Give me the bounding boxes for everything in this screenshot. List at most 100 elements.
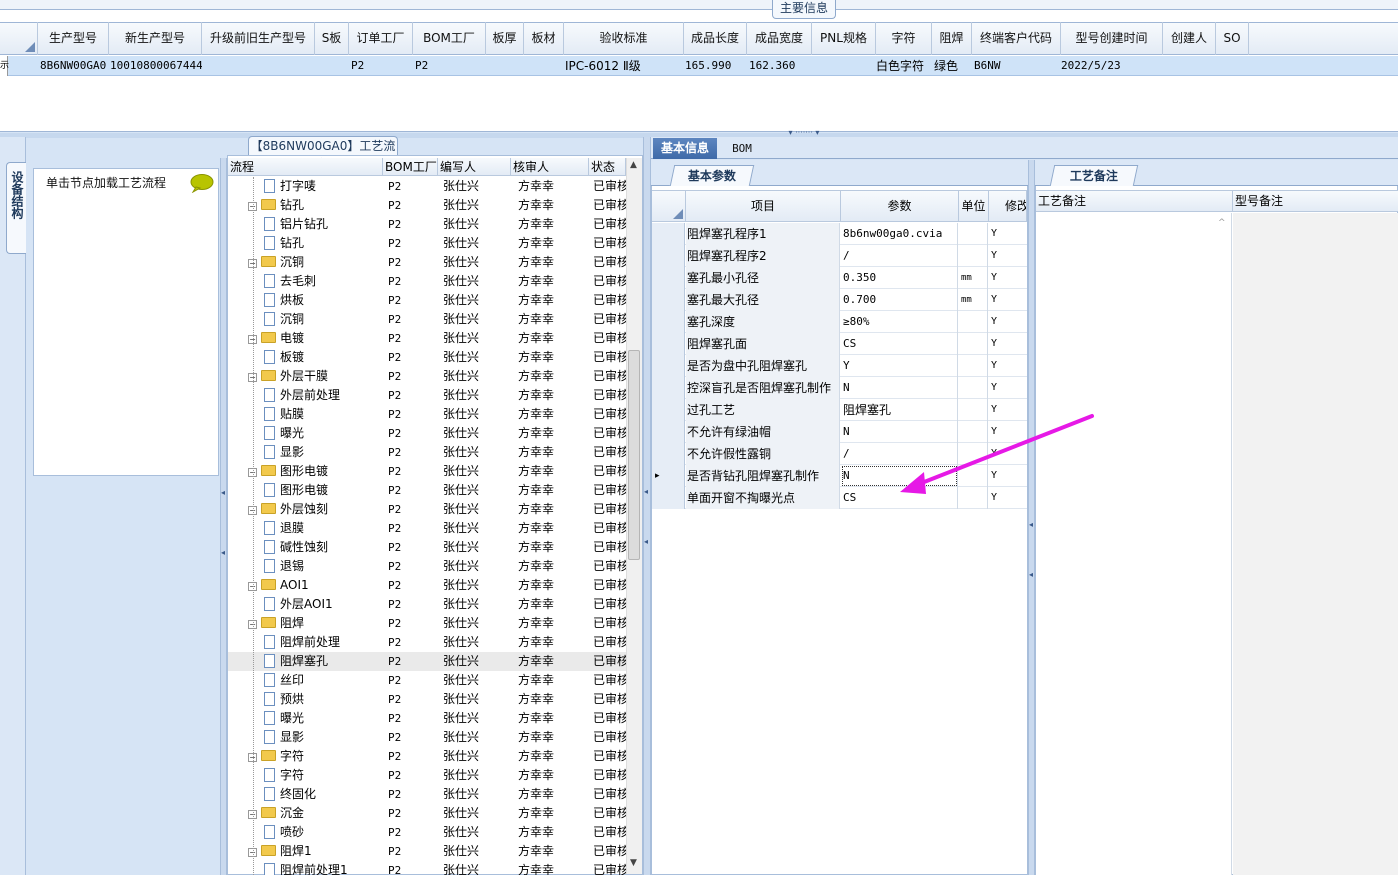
param-row[interactable]: 阻焊塞孔面 CS Y	[652, 333, 1027, 355]
param-value-cell[interactable]: N	[841, 377, 958, 399]
col-header-so[interactable]: SO	[1216, 22, 1249, 55]
tree-row[interactable]: 阻焊前处理 P2 张仕兴 方幸幸 已审核	[228, 633, 626, 652]
row-selector[interactable]	[652, 267, 685, 289]
main-info-collapse-tab[interactable]: 主要信息	[772, 0, 836, 19]
row-selector[interactable]	[652, 443, 685, 465]
tab-process-remarks[interactable]: 工艺备注	[1049, 165, 1139, 186]
param-row[interactable]: 阻焊塞孔程序1 8b6nw00ga0.cvia Y	[652, 223, 1027, 245]
tree-node[interactable]: 打字唛	[228, 177, 383, 196]
tab-bom[interactable]: BOM	[722, 138, 762, 159]
remarks-col-model[interactable]: 型号备注	[1233, 190, 1398, 212]
param-value-cell[interactable]: /	[841, 245, 958, 267]
col-header-old-model[interactable]: 升级前旧生产型号	[202, 22, 315, 55]
tree-node[interactable]: 退膜	[228, 519, 383, 538]
cell-customer-code[interactable]: B6NW	[974, 56, 1060, 76]
tree-col-author[interactable]: 编写人	[438, 158, 511, 176]
row-selector[interactable]	[652, 223, 685, 245]
param-row[interactable]: 塞孔深度 ≥80% Y	[652, 311, 1027, 333]
splitter-grip-icon-right-2[interactable]: ◂	[1029, 570, 1033, 579]
splitter-grip-icon[interactable]: ▾ ······· ▾	[772, 129, 836, 137]
tree-row[interactable]: 预烘 P2 张仕兴 方幸幸 已审核	[228, 690, 626, 709]
param-modify-cell[interactable]: Y	[989, 289, 1027, 311]
cell-width[interactable]: 162.360	[749, 56, 811, 76]
tree-row[interactable]: 曝光 P2 张仕兴 方幸幸 已审核	[228, 709, 626, 728]
params-col-unit[interactable]: 单位	[959, 190, 989, 222]
remarks-col-process[interactable]: 工艺备注	[1036, 190, 1233, 212]
tree-row[interactable]: 终固化 P2 张仕兴 方幸幸 已审核	[228, 785, 626, 804]
tree-row[interactable]: − 字符 P2 张仕兴 方幸幸 已审核	[228, 747, 626, 766]
tree-row[interactable]: 去毛刺 P2 张仕兴 方幸幸 已审核	[228, 272, 626, 291]
middle-splitter[interactable]: ◂ ◂	[643, 137, 651, 875]
param-value-cell[interactable]: CS	[841, 333, 958, 355]
tree-node[interactable]: 喷砂	[228, 823, 383, 842]
tree-node[interactable]: − AOI1	[228, 576, 383, 595]
row-selector[interactable]	[652, 333, 685, 355]
param-row[interactable]: 阻焊塞孔程序2/ Y	[652, 245, 1027, 267]
tree-row[interactable]: 退锡 P2 张仕兴 方幸幸 已审核	[228, 557, 626, 576]
tree-node[interactable]: − 阻焊1	[228, 842, 383, 861]
params-corner[interactable]	[652, 190, 686, 222]
tree-row[interactable]: − 沉铜 P2 张仕兴 方幸幸 已审核	[228, 253, 626, 272]
row-selector[interactable]	[652, 399, 685, 421]
param-modify-cell[interactable]: Y	[989, 355, 1027, 377]
param-unit-cell[interactable]	[959, 377, 988, 399]
params-col-value[interactable]: 参数	[841, 190, 959, 222]
param-value-cell[interactable]: 8b6nw00ga0.cvia	[841, 223, 958, 245]
tree-node[interactable]: − 沉铜	[228, 253, 383, 272]
tree-row[interactable]: 烘板 P2 张仕兴 方幸幸 已审核	[228, 291, 626, 310]
tree-row[interactable]: 贴膜 P2 张仕兴 方幸幸 已审核	[228, 405, 626, 424]
cell-model[interactable]: 8B6NW00GA0	[40, 56, 108, 76]
left-splitter[interactable]: ◂ ◂	[220, 158, 227, 875]
tree-row[interactable]: − 阻焊1 P2 张仕兴 方幸幸 已审核	[228, 842, 626, 861]
row-selector[interactable]	[652, 487, 685, 509]
param-modify-cell[interactable]: Y	[989, 333, 1027, 355]
col-header-standard[interactable]: 验收标准	[564, 22, 684, 55]
param-value-cell[interactable]: ≥80%	[841, 311, 958, 333]
tree-row[interactable]: − 阻焊 P2 张仕兴 方幸幸 已审核	[228, 614, 626, 633]
tree-node[interactable]: − 字符	[228, 747, 383, 766]
tree-row[interactable]: 外层AOI1 P2 张仕兴 方幸幸 已审核	[228, 595, 626, 614]
tree-node[interactable]: 退锡	[228, 557, 383, 576]
current-row-pointer-icon[interactable]: ▸	[652, 465, 685, 487]
col-header-creator[interactable]: 创建人	[1163, 22, 1216, 55]
tree-row[interactable]: 阻焊前处理1 P2 张仕兴 方幸幸 已审核	[228, 861, 626, 875]
tree-node[interactable]: 字符	[228, 766, 383, 785]
param-value-cell[interactable]: 0.700	[841, 289, 958, 311]
param-unit-cell[interactable]	[959, 223, 988, 245]
param-row[interactable]: 控深盲孔是否阻焊塞孔制作 N Y	[652, 377, 1027, 399]
col-header-created-time[interactable]: 型号创建时间	[1061, 22, 1163, 55]
tree-node[interactable]: 阻焊前处理	[228, 633, 383, 652]
cell-new-model[interactable]: 10010800067444	[110, 56, 202, 76]
tree-node[interactable]: 显影	[228, 443, 383, 462]
tree-row[interactable]: 退膜 P2 张仕兴 方幸幸 已审核	[228, 519, 626, 538]
right-splitter[interactable]: ◂ ◂	[1028, 160, 1035, 875]
col-header-new-model[interactable]: 新生产型号	[109, 22, 202, 55]
tree-node[interactable]: 显影	[228, 728, 383, 747]
param-unit-cell[interactable]	[959, 311, 988, 333]
tree-node[interactable]: 钻孔	[228, 234, 383, 253]
tree-node[interactable]: 板镀	[228, 348, 383, 367]
col-header-width[interactable]: 成品宽度	[747, 22, 812, 55]
tree-row[interactable]: − 图形电镀 P2 张仕兴 方幸幸 已审核	[228, 462, 626, 481]
col-header-pnl[interactable]: PNL规格	[812, 22, 876, 55]
tree-row[interactable]: − AOI1 P2 张仕兴 方幸幸 已审核	[228, 576, 626, 595]
col-header-order-factory[interactable]: 订单工厂	[349, 22, 413, 55]
tree-col-status[interactable]: 状态	[589, 158, 626, 176]
tree-row[interactable]: − 外层干膜 P2 张仕兴 方幸幸 已审核	[228, 367, 626, 386]
cell-solder-mask[interactable]: 绿色	[934, 56, 970, 76]
tree-node[interactable]: 曝光	[228, 709, 383, 728]
tab-basic-info[interactable]: 基本信息	[653, 138, 717, 159]
tree-row[interactable]: − 钻孔 P2 张仕兴 方幸幸 已审核	[228, 196, 626, 215]
tree-row[interactable]: 板镀 P2 张仕兴 方幸幸 已审核	[228, 348, 626, 367]
tree-row[interactable]: 铝片钻孔 P2 张仕兴 方幸幸 已审核	[228, 215, 626, 234]
speech-bubble-icon[interactable]	[189, 173, 215, 193]
params-col-modify[interactable]: 修改	[989, 190, 1027, 222]
row-selector[interactable]	[652, 311, 685, 333]
row-selector[interactable]	[652, 377, 685, 399]
tree-row[interactable]: 钻孔 P2 张仕兴 方幸幸 已审核	[228, 234, 626, 253]
param-unit-cell[interactable]	[959, 245, 988, 267]
col-header-model[interactable]: 生产型号	[38, 22, 109, 55]
tree-node[interactable]: 沉铜	[228, 310, 383, 329]
cell-material[interactable]	[526, 56, 562, 76]
tab-basic-params[interactable]: 基本参数	[669, 165, 755, 186]
